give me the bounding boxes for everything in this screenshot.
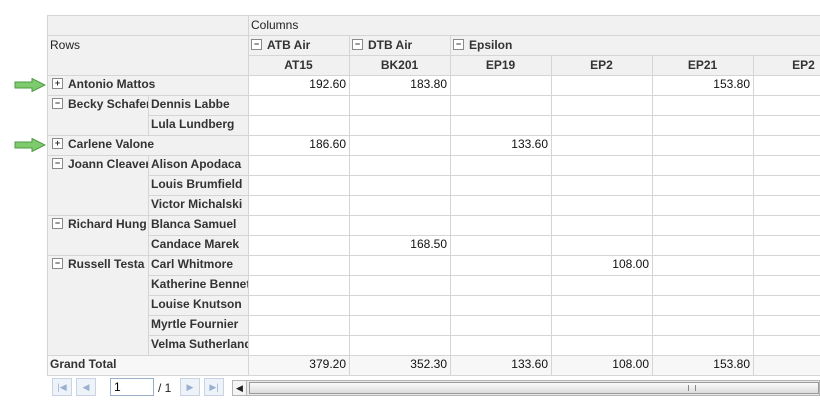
row-subheader: Velma Sutherland [151, 337, 248, 351]
row-header-label: Carlene Valone [68, 137, 155, 151]
grand-total-cell: 379.20 [309, 357, 346, 371]
subrow-divider [148, 155, 149, 355]
row-header-label: Antonio Mattos [68, 77, 156, 91]
row-subheader: Carl Whitmore [151, 257, 234, 271]
column-group-header: − DTB Air [349, 36, 450, 55]
row-subheader: Alison Apodaca [151, 157, 242, 171]
grid-border-bottom [47, 375, 820, 376]
collapse-row-icon[interactable]: − [52, 218, 63, 230]
table-cell: 168.50 [410, 237, 447, 251]
column-group-label: DTB Air [368, 38, 413, 52]
row-header: − Richard Hung [47, 215, 148, 234]
page-total-label: / 1 [158, 381, 172, 395]
column-header: EP19 [485, 58, 516, 72]
first-page-icon: |◀ [57, 382, 67, 392]
highlight-arrow-icon [14, 78, 46, 92]
row-subheader: Blanca Samuel [151, 217, 237, 231]
scrollbar-thumb[interactable] [249, 382, 819, 394]
page-number-input[interactable] [110, 378, 154, 396]
row-divider [148, 195, 820, 196]
row-divider [148, 275, 820, 276]
row-divider [148, 295, 820, 296]
column-group-label: Epsilon [469, 38, 513, 52]
row-header: − Joann Cleaver [47, 155, 148, 174]
row-divider [148, 235, 820, 236]
grid-border-left [47, 15, 48, 375]
columns-label: Columns [251, 18, 299, 32]
last-page-button[interactable]: ▶| [204, 378, 224, 396]
highlight-arrow-icon [14, 138, 46, 152]
row-subheader: Katherine Bennett [151, 277, 248, 291]
last-page-icon: ▶| [209, 382, 219, 392]
grand-total-cell: 352.30 [410, 357, 447, 371]
next-page-button[interactable]: ▶ [180, 378, 200, 396]
collapse-group-icon[interactable]: − [251, 39, 262, 51]
horizontal-scrollbar[interactable]: ◀ [232, 380, 820, 396]
row-subheader: Louis Brumfield [151, 177, 243, 191]
column-group-header: − Epsilon [450, 36, 750, 55]
collapse-row-icon[interactable]: − [52, 98, 63, 110]
row-header: − Becky Schafer [47, 95, 148, 114]
row-divider [148, 175, 820, 176]
column-divider [450, 35, 451, 375]
row-header: − Russell Testa [47, 255, 148, 274]
table-cell: 192.60 [309, 77, 346, 91]
row-subheader: Louise Knutson [151, 297, 242, 311]
scroll-left-icon: ◀ [236, 383, 243, 393]
row-header: + Antonio Mattos [47, 75, 247, 94]
thumb-grip-icon [688, 385, 696, 391]
expand-row-icon[interactable]: + [52, 138, 63, 150]
first-page-button[interactable]: |◀ [52, 378, 72, 396]
row-divider [148, 335, 820, 336]
row-subheader: Victor Michalski [151, 197, 243, 211]
row-header-label: Russell Testa [68, 257, 145, 271]
column-header: EP2 [590, 58, 613, 72]
row-header-label: Richard Hung [68, 217, 147, 231]
column-header: AT15 [284, 58, 313, 72]
table-cell: 133.60 [511, 137, 548, 151]
collapse-group-icon[interactable]: − [453, 39, 464, 51]
collapse-group-icon[interactable]: − [352, 39, 363, 51]
collapse-row-icon[interactable]: − [52, 258, 63, 270]
row-header-label: Joann Cleaver [68, 157, 148, 171]
row-divider [148, 115, 820, 116]
prev-page-button[interactable]: ◀ [76, 378, 96, 396]
row-subheader: Myrtle Fournier [151, 317, 239, 331]
expand-row-icon[interactable]: + [52, 78, 63, 90]
table-cell: 153.80 [713, 77, 750, 91]
table-cell: 108.00 [612, 257, 649, 271]
table-cell: 183.80 [410, 77, 447, 91]
grand-total-cell: 153.80 [713, 357, 750, 371]
row-header-label: Becky Schafer [68, 97, 148, 111]
table-cell: 186.60 [309, 137, 346, 151]
subrow-divider [148, 95, 149, 135]
grand-total-cell: 108.00 [612, 357, 649, 371]
column-group-header: − ATB Air [248, 36, 349, 55]
column-header: EP21 [687, 58, 718, 72]
column-group-label: ATB Air [267, 38, 311, 52]
next-page-icon: ▶ [186, 382, 194, 392]
scroll-left-button[interactable]: ◀ [233, 381, 247, 395]
collapse-row-icon[interactable]: − [52, 158, 63, 170]
row-subheader: Lula Lundberg [151, 117, 235, 131]
row-divider [148, 315, 820, 316]
grand-total-label: Grand Total [50, 357, 117, 371]
row-subheader: Candace Marek [151, 237, 240, 251]
rows-label: Rows [50, 38, 81, 52]
grand-total-cell: 133.60 [511, 357, 548, 371]
row-subheader: Dennis Labbe [151, 97, 230, 111]
row-header: + Carlene Valone [47, 135, 247, 154]
column-header: EP2 [792, 58, 815, 72]
column-header: BK201 [380, 58, 419, 72]
prev-page-icon: ◀ [82, 382, 90, 392]
